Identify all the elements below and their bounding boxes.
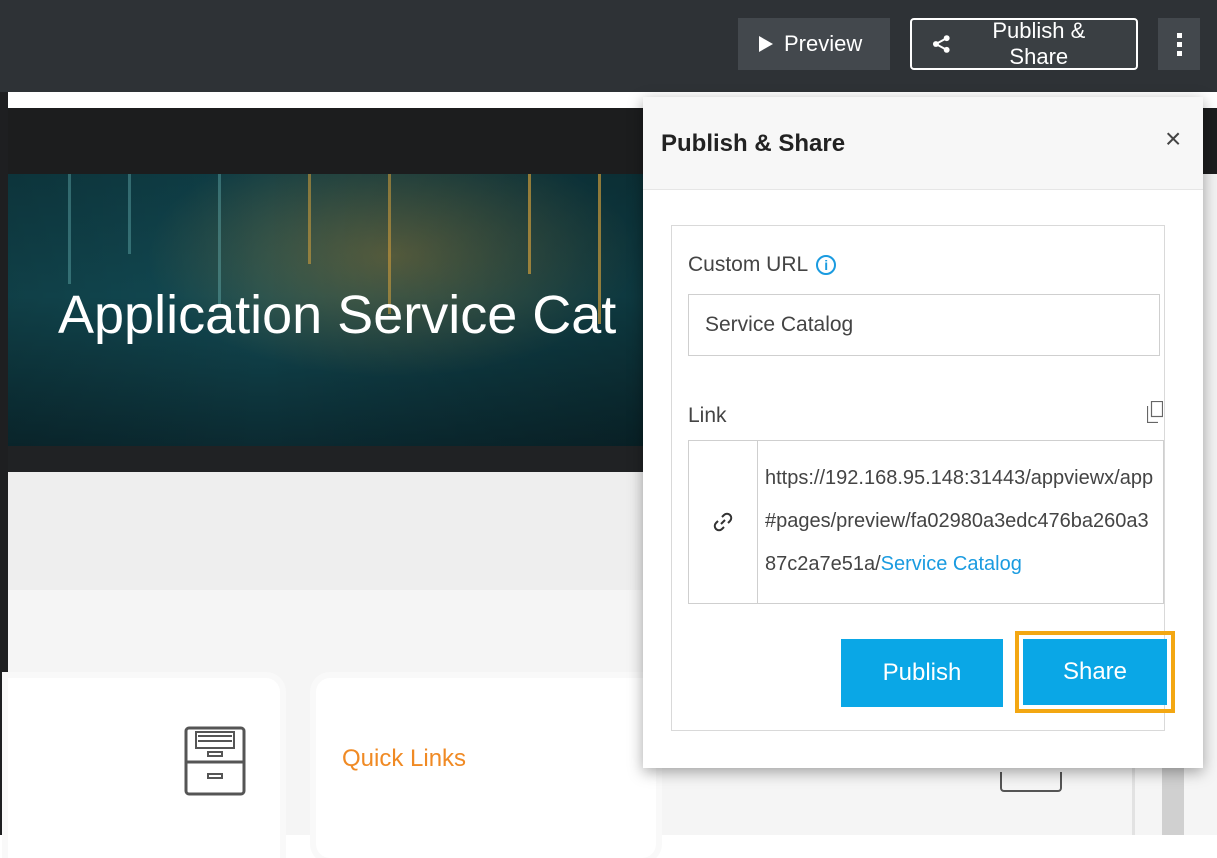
link-label: Link [688,404,727,427]
link-box: https://192.168.95.148:31443/appviewx/ap… [688,440,1164,604]
hero-banner: Application Service Cat [8,174,648,446]
copy-icon[interactable] [1146,400,1164,428]
info-icon[interactable]: i [816,255,837,275]
share-button[interactable]: Share [1023,639,1167,705]
custom-url-label-row: Custom URL i [688,253,837,277]
custom-url-label: Custom URL [688,253,809,276]
publish-share-button[interactable]: Publish & Share [910,18,1138,70]
publish-share-label: Publish & Share [992,18,1086,69]
share-button-highlight: Share [1015,631,1175,713]
share-link[interactable]: https://192.168.95.148:31443/appviewx/ap… [765,457,1157,586]
popover-header: Publish & Share × [643,97,1203,190]
close-icon[interactable]: × [1165,125,1181,153]
publish-button[interactable]: Publish [841,639,1003,707]
quick-links-title[interactable]: Quick Links [342,745,466,773]
share-icon [932,35,950,53]
preview-button[interactable]: Preview [738,18,890,70]
publish-share-popover: Publish & Share × Custom URL i Link http… [643,97,1203,768]
link-icon [689,441,758,603]
custom-url-input[interactable] [688,294,1160,356]
file-cabinet-icon [182,726,248,801]
link-url-highlight: Service Catalog [880,553,1022,575]
preview-label: Preview [784,31,863,56]
left-edge [0,92,8,835]
kebab-icon [1176,32,1182,56]
banner-title: Application Service Cat [58,285,617,345]
play-icon [759,36,773,52]
more-options-button[interactable] [1158,18,1200,70]
banner-bottom-band [8,446,648,472]
card-icon [1000,772,1062,792]
light-section [8,472,648,590]
popover-title: Publish & Share [661,130,846,157]
top-toolbar: Preview Publish & Share [0,0,1217,92]
